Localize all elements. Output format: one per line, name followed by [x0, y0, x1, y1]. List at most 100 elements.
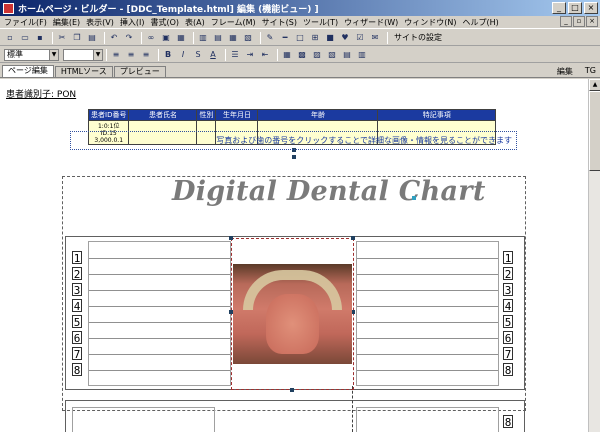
anchor-handle[interactable]: [412, 196, 416, 200]
style-select[interactable]: 標準 ▼: [4, 48, 59, 61]
indent-icon[interactable]: ⇥: [244, 49, 256, 61]
image-icon[interactable]: ▣: [160, 32, 172, 44]
tooth-left-5[interactable]: 5: [72, 315, 82, 329]
pen-icon[interactable]: ✎: [264, 32, 276, 44]
layout4-icon[interactable]: ▧: [242, 32, 254, 44]
tooth-right-7[interactable]: 7: [503, 347, 513, 361]
mail-icon[interactable]: ✉: [369, 32, 381, 44]
cut-icon[interactable]: ✂: [56, 32, 68, 44]
merge-icon[interactable]: ▨: [311, 49, 323, 61]
menu-tools[interactable]: ツール(T): [303, 17, 338, 28]
lower-left-notes[interactable]: [72, 407, 215, 432]
tab-page-edit[interactable]: ページ編集: [2, 65, 54, 77]
list-icon[interactable]: ☰: [229, 49, 241, 61]
minimize-button[interactable]: _: [552, 2, 566, 14]
menu-table[interactable]: 表(A): [185, 17, 205, 28]
tooth-right-5[interactable]: 5: [503, 315, 513, 329]
tooth-lower-right-8[interactable]: 8: [503, 415, 513, 429]
tooth-right-1[interactable]: 1: [503, 251, 513, 265]
link-icon[interactable]: ∞: [145, 32, 157, 44]
font-size-select[interactable]: ▼: [63, 48, 103, 61]
mdi-minimize-button[interactable]: _: [560, 16, 572, 27]
layout2-icon[interactable]: ▤: [212, 32, 224, 44]
cell-icon[interactable]: ▩: [296, 49, 308, 61]
tooth-left-3[interactable]: 3: [72, 283, 82, 297]
vertical-scrollbar[interactable]: ▲: [588, 79, 600, 432]
menu-format[interactable]: 書式(O): [150, 17, 179, 28]
right-notes-column[interactable]: [356, 241, 499, 386]
resize-handle[interactable]: [229, 236, 233, 240]
menu-wizard[interactable]: ウィザード(W): [344, 17, 398, 28]
layout-icon[interactable]: ▥: [197, 32, 209, 44]
tooth-left-4[interactable]: 4: [72, 299, 82, 313]
new-icon[interactable]: ▫: [4, 32, 16, 44]
redo-icon[interactable]: ↷: [123, 32, 135, 44]
tooth-left-7[interactable]: 7: [72, 347, 82, 361]
left-notes-column[interactable]: [88, 241, 231, 386]
maximize-button[interactable]: □: [568, 2, 582, 14]
close-button[interactable]: ×: [584, 2, 598, 14]
italic-icon[interactable]: I: [177, 49, 189, 61]
mdi-restore-button[interactable]: ▫: [573, 16, 585, 27]
tooth-right-2[interactable]: 2: [503, 267, 513, 281]
box-icon[interactable]: □: [294, 32, 306, 44]
menu-edit[interactable]: 編集(E): [53, 17, 80, 28]
grid-icon[interactable]: ⊞: [309, 32, 321, 44]
tooth-left-1[interactable]: 1: [72, 251, 82, 265]
tooth-left-2[interactable]: 2: [72, 267, 82, 281]
row-divider: [357, 338, 498, 339]
resize-handle[interactable]: [351, 236, 355, 240]
bold-icon[interactable]: B: [162, 49, 174, 61]
site-settings-button[interactable]: サイトの設定: [394, 32, 442, 43]
edit-mode-label[interactable]: 編集: [557, 66, 573, 77]
tab-preview[interactable]: プレビュー: [113, 66, 166, 77]
outdent-icon[interactable]: ⇤: [259, 49, 271, 61]
dental-photo[interactable]: [233, 264, 352, 364]
undo-icon[interactable]: ↶: [108, 32, 120, 44]
lower-right-notes[interactable]: [356, 407, 499, 432]
toolbar-separator: [158, 48, 159, 61]
color-icon[interactable]: ■: [324, 32, 336, 44]
paste-icon[interactable]: ▤: [86, 32, 98, 44]
scroll-up-button[interactable]: ▲: [589, 79, 600, 91]
tg-label[interactable]: TG: [585, 66, 596, 77]
menu-file[interactable]: ファイル(F): [4, 17, 47, 28]
tooth-left-8[interactable]: 8: [72, 363, 82, 377]
copy-icon[interactable]: ❐: [71, 32, 83, 44]
scroll-thumb[interactable]: [589, 91, 600, 171]
menu-site[interactable]: サイト(S): [262, 17, 297, 28]
row-icon[interactable]: ▤: [341, 49, 353, 61]
check-icon[interactable]: ☑: [354, 32, 366, 44]
tooth-right-3[interactable]: 3: [503, 283, 513, 297]
menu-insert[interactable]: 挿入(I): [120, 17, 145, 28]
tab-html-source[interactable]: HTMLソース: [54, 66, 113, 77]
window-title: ホームページ・ビルダー - [DDC_Template.html] 編集 (機能…: [18, 4, 319, 15]
layout3-icon[interactable]: ▦: [227, 32, 239, 44]
menu-help[interactable]: ヘルプ(H): [463, 17, 499, 28]
underline-icon[interactable]: A: [207, 49, 219, 61]
menu-view[interactable]: 表示(V): [86, 17, 114, 28]
table-insert-icon[interactable]: ▦: [281, 49, 293, 61]
tooth-right-6[interactable]: 6: [503, 331, 513, 345]
align-left-icon[interactable]: ≡: [110, 49, 122, 61]
align-right-icon[interactable]: ≡: [140, 49, 152, 61]
patient-id-label[interactable]: 患者識別子: PON: [6, 87, 76, 100]
align-center-icon[interactable]: ≡: [125, 49, 137, 61]
strike-icon[interactable]: S: [192, 49, 204, 61]
mdi-close-button[interactable]: ×: [586, 16, 598, 27]
anchor-handle[interactable]: [292, 155, 296, 159]
split-icon[interactable]: ▧: [326, 49, 338, 61]
resize-handle[interactable]: [290, 388, 294, 392]
format-toolbar: 標準 ▼ ▼ ≡ ≡ ≡ B I S A ☰ ⇥ ⇤ ▦ ▩ ▨ ▧ ▤ ▥: [0, 47, 600, 63]
column-icon[interactable]: ▥: [356, 49, 368, 61]
save-icon[interactable]: ▪: [34, 32, 46, 44]
menu-frame[interactable]: フレーム(M): [211, 17, 256, 28]
tooth-left-6[interactable]: 6: [72, 331, 82, 345]
open-icon[interactable]: ▭: [19, 32, 31, 44]
menu-window[interactable]: ウィンドウ(N): [404, 17, 456, 28]
heart-icon[interactable]: ♥: [339, 32, 351, 44]
table-icon[interactable]: ▦: [175, 32, 187, 44]
line-icon[interactable]: ━: [279, 32, 291, 44]
tooth-right-8[interactable]: 8: [503, 363, 513, 377]
tooth-right-4[interactable]: 4: [503, 299, 513, 313]
